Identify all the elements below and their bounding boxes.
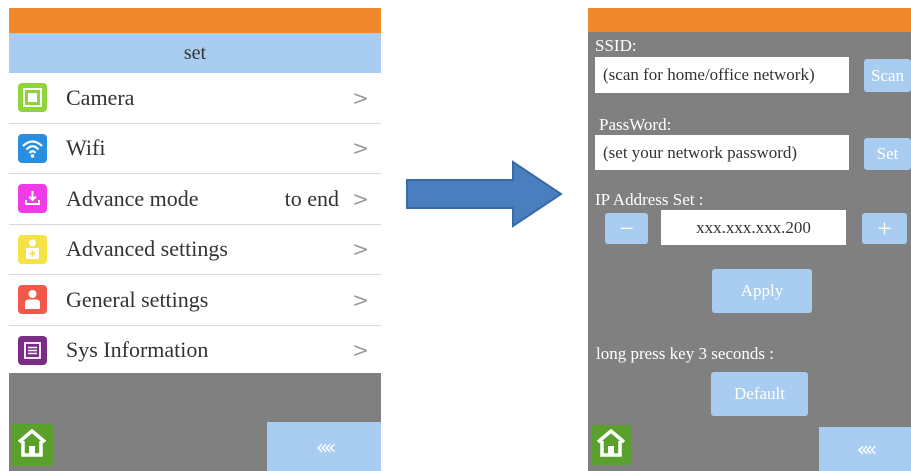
password-field[interactable]: (set your network password) [595,135,849,170]
menu-item-extra: to end [284,185,339,211]
apply-button[interactable]: Apply [712,269,812,313]
long-press-label: long press key 3 seconds : [596,344,775,363]
menu-item-camera[interactable]: Camera > [9,73,381,124]
home-button[interactable] [11,424,53,466]
menu-item-label: General settings [66,286,209,312]
chevron-right-icon: > [352,136,369,161]
password-label: PassWord: [599,115,672,134]
right-arrow-icon [405,160,565,233]
chevron-right-icon: > [352,186,369,211]
ip-address-field[interactable]: xxx.xxx.xxx.200 [661,210,846,245]
ip-decrement-button[interactable]: − [605,213,648,244]
ssid-label: SSID: [595,36,637,55]
ip-increment-button[interactable]: + [862,213,907,244]
menu-item-label: Camera [66,84,135,110]
chevron-right-icon: > [352,85,369,110]
home-icon [596,428,626,462]
set-button[interactable]: Set [864,138,911,170]
chevron-right-icon: > [352,237,369,262]
back-button[interactable]: «« [819,427,911,471]
wifi-icon [18,133,47,163]
menu-item-sys-information[interactable]: Sys Information > [9,326,381,376]
chevron-right-icon: > [352,338,369,363]
ip-address-label: IP Address Set : [595,190,704,209]
advanced-settings-icon [18,234,47,264]
user-icon [18,285,47,315]
double-chevron-left-icon: «« [315,434,337,459]
back-button[interactable]: «« [267,422,381,471]
download-icon [18,184,47,214]
document-icon [18,335,47,365]
chevron-right-icon: > [352,287,369,312]
page-title: set [9,33,381,73]
ssid-field[interactable]: (scan for home/office network) [595,57,849,93]
status-bar [9,8,381,33]
scan-button[interactable]: Scan [864,59,911,92]
home-icon [17,428,47,462]
double-chevron-left-icon: «« [856,437,878,461]
camera-icon [18,83,47,113]
status-bar [588,8,911,32]
default-button[interactable]: Default [711,372,808,416]
settings-screen: set Camera > Wifi > Advance mode to end … [9,8,381,471]
settings-menu: Camera > Wifi > Advance mode to end > Ad… [9,73,381,373]
home-button[interactable] [591,425,631,465]
menu-item-label: Sys Information [66,337,209,363]
menu-item-advance-mode[interactable]: Advance mode to end > [9,174,381,225]
menu-item-label: Wifi [66,135,106,161]
menu-item-advanced-settings[interactable]: Advanced settings > [9,225,381,275]
menu-item-label: Advanced settings [66,236,228,262]
menu-item-label: Advance mode [66,185,199,211]
menu-item-wifi[interactable]: Wifi > [9,124,381,174]
network-settings-screen: SSID: (scan for home/office network) Sca… [588,8,911,471]
menu-item-general-settings[interactable]: General settings > [9,275,381,326]
